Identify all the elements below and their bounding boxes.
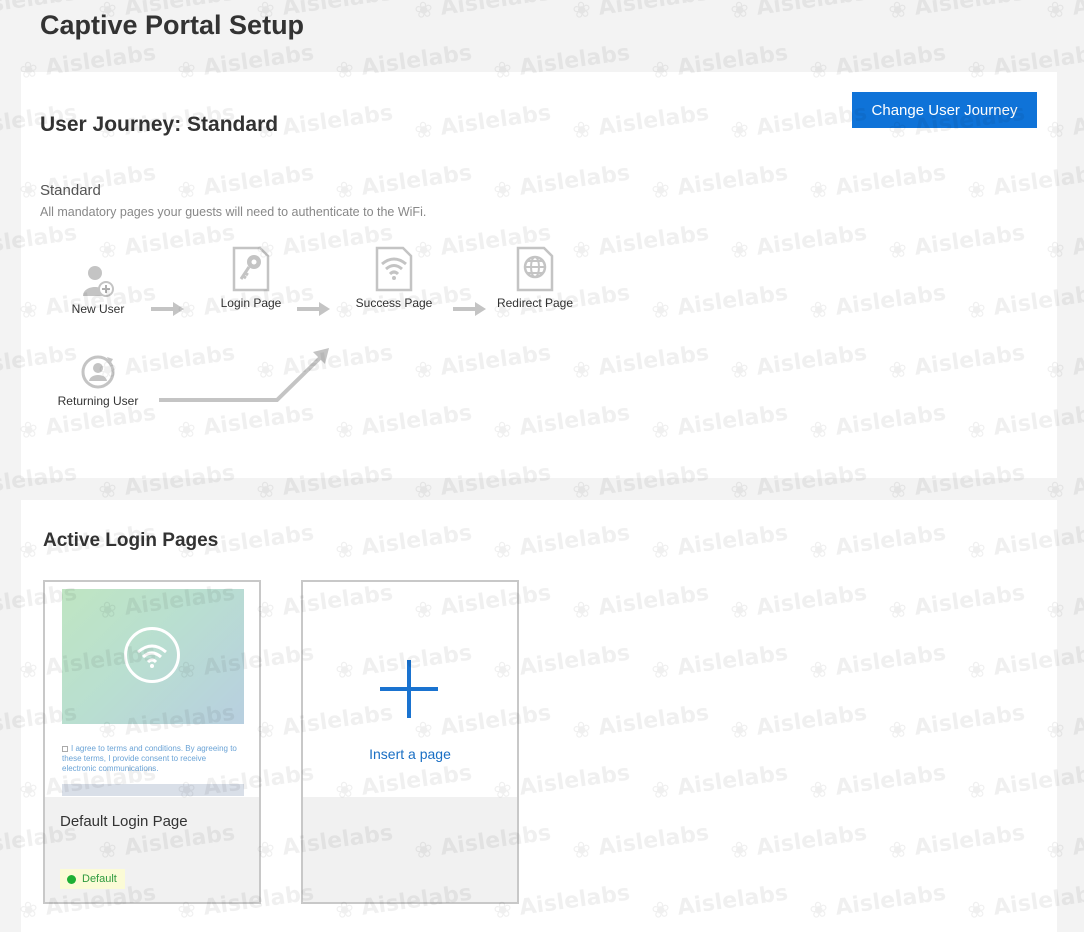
step-returning-user: Returning User xyxy=(48,344,148,408)
watermark-text: ❀ Aislelabs xyxy=(886,0,1027,25)
globe-page-icon xyxy=(515,246,555,292)
insert-page-tile[interactable]: Insert a page xyxy=(301,580,519,904)
new-user-icon xyxy=(78,252,118,298)
user-journey-card: User Journey: Standard Change User Journ… xyxy=(21,72,1057,478)
step-login-page: Login Page xyxy=(201,246,301,310)
step-label: Returning User xyxy=(57,394,139,408)
arrow-right-icon xyxy=(453,302,486,316)
returning-connector-arrow xyxy=(159,348,329,402)
active-login-pages-card: Active Login Pages I agree to terms and … xyxy=(21,500,1057,932)
step-new-user: New User xyxy=(48,252,148,316)
wifi-icon xyxy=(124,627,180,683)
returning-user-icon xyxy=(78,344,118,390)
insert-page-label: Insert a page xyxy=(369,746,451,762)
step-redirect-page: Redirect Page xyxy=(485,246,585,310)
key-page-icon xyxy=(231,246,271,292)
step-label: New User xyxy=(71,302,125,316)
terms-checkbox xyxy=(62,745,68,752)
tile-footer xyxy=(303,797,517,902)
page-title: Captive Portal Setup xyxy=(40,10,305,40)
journey-type-description: All mandatory pages your guests will nee… xyxy=(40,205,427,219)
watermark-text: ❀ Aislelabs xyxy=(728,0,869,25)
login-page-preview: I agree to terms and conditions. By agre… xyxy=(62,589,244,796)
tile-footer: Default Login Page Default xyxy=(45,797,259,902)
step-label: Login Page xyxy=(220,296,282,310)
login-pages-title: Active Login Pages xyxy=(43,530,219,551)
login-page-tile[interactable]: I agree to terms and conditions. By agre… xyxy=(43,580,261,904)
login-page-name: Default Login Page xyxy=(60,813,188,830)
arrow-right-icon xyxy=(297,302,330,316)
arrow-right-icon xyxy=(151,302,184,316)
watermark-text: ❀ Aislelabs xyxy=(412,0,553,25)
insert-page-button[interactable]: Insert a page xyxy=(303,582,517,797)
social-login-bar xyxy=(62,784,244,796)
default-badge: Default xyxy=(60,869,125,889)
change-user-journey-button[interactable]: Change User Journey xyxy=(852,92,1037,128)
step-label: Success Page xyxy=(355,296,433,310)
terms-text: I agree to terms and conditions. By agre… xyxy=(62,744,237,773)
watermark-text: ❀ Aislelabs xyxy=(1044,0,1084,25)
plus-icon xyxy=(380,660,438,718)
watermark-text: ❀ Aislelabs xyxy=(570,0,711,25)
step-label: Redirect Page xyxy=(496,296,574,310)
status-dot-icon xyxy=(67,874,76,884)
journey-title: User Journey: Standard xyxy=(40,113,279,136)
wifi-page-icon xyxy=(374,246,414,292)
journey-type-title: Standard xyxy=(40,182,101,199)
step-success-page: Success Page xyxy=(344,246,444,310)
